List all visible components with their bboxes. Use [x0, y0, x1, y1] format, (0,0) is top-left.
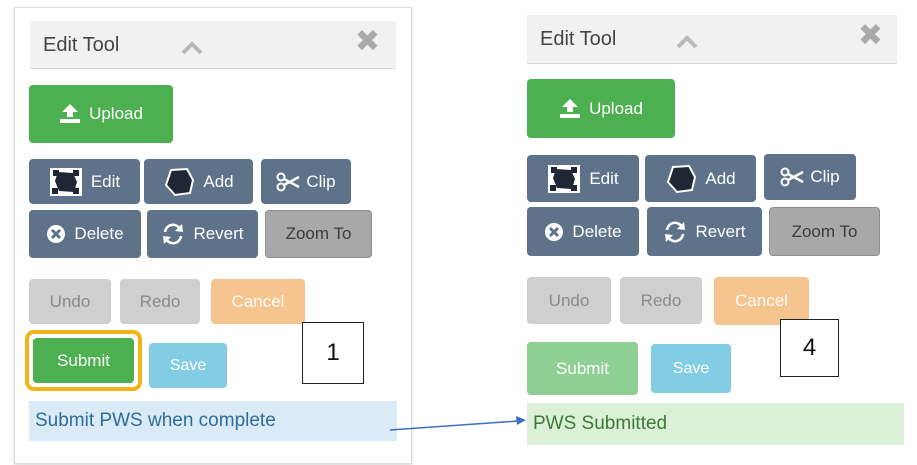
revert-icon: [663, 221, 687, 243]
add-shape-icon: [163, 167, 195, 197]
add-shape-icon: [665, 164, 697, 194]
edit-shape-icon: [547, 164, 581, 194]
upload-label: Upload: [589, 98, 643, 118]
edit-button[interactable]: Edit: [29, 159, 140, 204]
close-icon[interactable]: ✖: [858, 21, 883, 51]
clip-label: Clip: [810, 167, 840, 186]
redo-label: Redo: [139, 291, 181, 311]
delete-button[interactable]: Delete: [29, 210, 141, 258]
edit-label: Edit: [90, 171, 121, 191]
edit-button[interactable]: Edit: [527, 155, 639, 202]
delete-label: Delete: [74, 224, 124, 243]
revert-button[interactable]: Revert: [147, 210, 258, 258]
cancel-label: Cancel: [735, 291, 788, 310]
add-label: Add: [705, 168, 736, 188]
upload-icon: [59, 104, 81, 124]
redo-button[interactable]: Redo: [120, 279, 200, 324]
add-button[interactable]: Add: [144, 159, 253, 204]
edit-tool-panel-right: Edit Tool ✖ Upload Edit Add Clip Delete: [518, 6, 910, 462]
panel-title: Edit Tool: [43, 34, 120, 56]
revert-button[interactable]: Revert: [647, 207, 762, 256]
delete-circle-icon: [544, 222, 564, 242]
undo-label: Undo: [548, 290, 590, 310]
upload-label: Upload: [89, 104, 143, 123]
status-message-text: Submit PWS when complete: [35, 410, 276, 431]
delete-circle-icon: [46, 224, 66, 244]
upload-button[interactable]: Upload: [29, 85, 173, 143]
clip-label: Clip: [306, 171, 336, 191]
clip-button[interactable]: Clip: [261, 159, 351, 204]
panel-header: Edit Tool ✖: [527, 15, 897, 64]
zoom-to-button[interactable]: Zoom To: [265, 210, 372, 258]
revert-icon: [161, 223, 185, 245]
scissors-icon: [276, 172, 300, 192]
save-label: Save: [169, 356, 207, 374]
redo-label: Redo: [640, 290, 682, 310]
step-number: 4: [802, 334, 817, 361]
redo-button[interactable]: Redo: [620, 277, 702, 324]
step-number: 1: [326, 339, 340, 366]
undo-button[interactable]: Undo: [29, 279, 111, 324]
submit-label: Submit: [57, 350, 110, 370]
add-label: Add: [203, 171, 234, 191]
delete-label: Delete: [572, 221, 622, 241]
zoom-to-label: Zoom To: [285, 224, 352, 243]
revert-label: Revert: [193, 224, 244, 243]
step-number-box: 1: [302, 322, 364, 384]
undo-button[interactable]: Undo: [527, 277, 611, 324]
submit-label: Submit: [556, 358, 609, 378]
submit-button[interactable]: Submit: [33, 338, 134, 383]
chevron-up-icon[interactable]: [180, 41, 204, 55]
edit-tool-panel-left: Edit Tool ✖ Upload Edit Add Clip Delete: [14, 7, 412, 464]
upload-icon: [559, 98, 581, 119]
delete-button[interactable]: Delete: [527, 207, 639, 256]
cancel-label: Cancel: [231, 291, 285, 311]
scissors-icon: [780, 167, 804, 187]
panel-header: Edit Tool ✖: [30, 21, 396, 69]
close-icon[interactable]: ✖: [355, 27, 380, 57]
chevron-up-icon[interactable]: [675, 35, 699, 49]
panel-title: Edit Tool: [540, 28, 617, 50]
step-number-box: 4: [780, 319, 839, 377]
undo-label: Undo: [49, 291, 91, 311]
save-button[interactable]: Save: [651, 344, 731, 393]
clip-button[interactable]: Clip: [764, 154, 856, 200]
status-message: Submit PWS when complete: [29, 401, 397, 441]
edit-label: Edit: [589, 168, 619, 188]
edit-shape-icon: [49, 167, 83, 197]
save-button[interactable]: Save: [149, 343, 227, 388]
status-message: PWS Submitted: [527, 403, 904, 445]
submit-button[interactable]: Submit: [527, 342, 638, 395]
revert-label: Revert: [695, 221, 746, 241]
add-button[interactable]: Add: [645, 155, 756, 202]
save-label: Save: [672, 359, 710, 377]
zoom-to-button[interactable]: Zoom To: [769, 207, 880, 256]
upload-button[interactable]: Upload: [527, 79, 675, 138]
status-message-text: PWS Submitted: [533, 413, 668, 434]
zoom-to-label: Zoom To: [791, 221, 858, 241]
cancel-button[interactable]: Cancel: [714, 277, 809, 325]
cancel-button[interactable]: Cancel: [211, 279, 305, 324]
